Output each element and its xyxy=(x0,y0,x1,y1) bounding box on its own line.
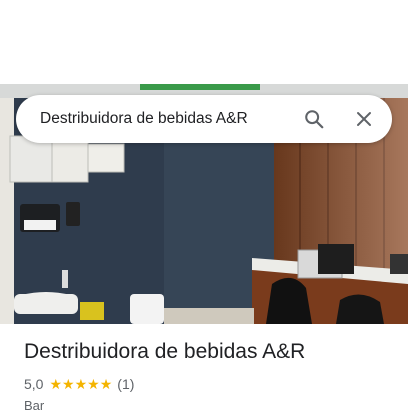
top-blank-area xyxy=(0,0,408,84)
review-count[interactable]: (1) xyxy=(117,376,134,392)
rating-row[interactable]: 5,0 ★ ★ ★ ★ ★ (1) xyxy=(24,376,134,392)
search-icon xyxy=(305,110,324,129)
star-icon: ★ xyxy=(49,376,63,392)
search-bar[interactable]: Destribuidora de bebidas A&R xyxy=(16,95,392,143)
place-category: Bar xyxy=(24,398,45,413)
place-title: Destribuidora de bebidas A&R xyxy=(24,340,306,363)
star-icon: ★ xyxy=(74,376,88,392)
search-input[interactable]: Destribuidora de bebidas A&R xyxy=(40,110,294,128)
rating-stars: ★ ★ ★ ★ ★ xyxy=(49,377,112,391)
close-button[interactable] xyxy=(344,99,384,139)
star-icon: ★ xyxy=(62,376,75,392)
star-icon: ★ xyxy=(87,376,100,392)
search-button[interactable] xyxy=(294,99,334,139)
star-icon: ★ xyxy=(99,376,113,392)
close-icon xyxy=(357,112,371,126)
rating-value: 5,0 xyxy=(24,376,44,392)
